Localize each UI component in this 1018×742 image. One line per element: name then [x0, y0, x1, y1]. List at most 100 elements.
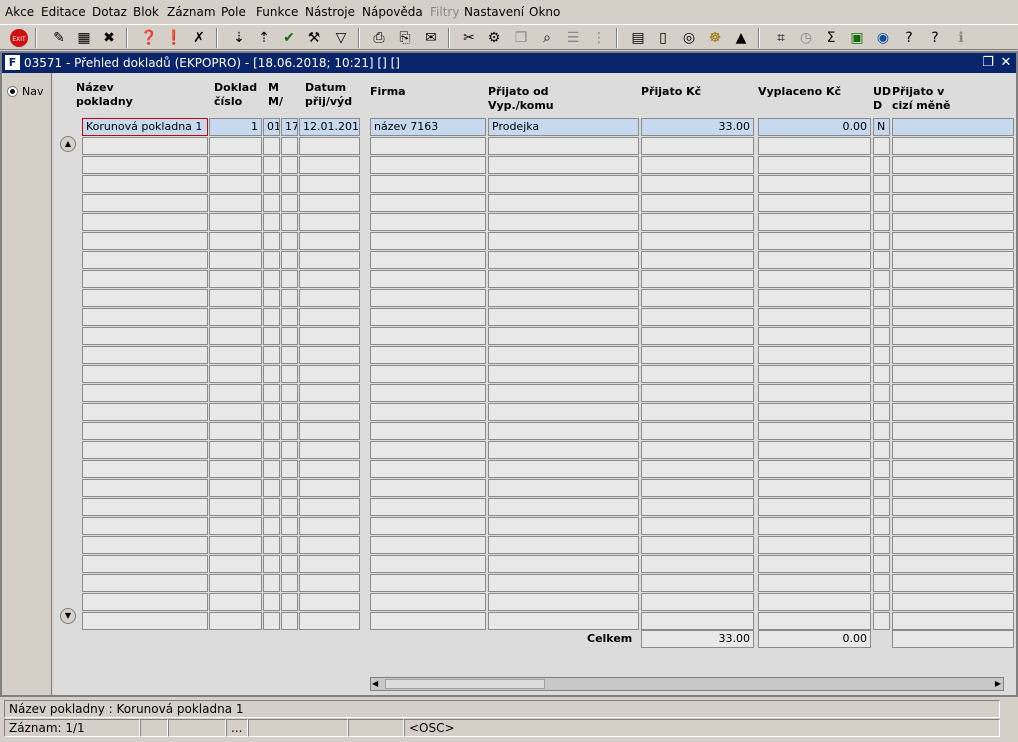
cell-m2[interactable] — [281, 137, 298, 155]
cell-m2[interactable] — [281, 422, 298, 440]
cell-vyplaceno-kc[interactable] — [758, 194, 871, 212]
cell-m2[interactable] — [281, 327, 298, 345]
cell-cizi[interactable] — [892, 137, 1014, 155]
cell-m1[interactable] — [263, 175, 280, 193]
exit-icon[interactable]: EXIT — [8, 27, 30, 49]
cell-firma[interactable] — [370, 574, 486, 592]
cell-ud[interactable] — [873, 441, 890, 459]
cell-cizi[interactable] — [892, 422, 1014, 440]
cell-prijato-kc[interactable] — [641, 270, 754, 288]
cell-nazev[interactable] — [82, 365, 208, 383]
cell-firma[interactable] — [370, 327, 486, 345]
cell-m1[interactable] — [263, 517, 280, 535]
cell-prijato-kc[interactable] — [641, 555, 754, 573]
cell-m1[interactable] — [263, 384, 280, 402]
cell-m2[interactable] — [281, 517, 298, 535]
cell-doklad[interactable] — [209, 384, 262, 402]
cell-prijato-od[interactable] — [488, 308, 639, 326]
cell-prijato-od[interactable] — [488, 194, 639, 212]
cell-m1[interactable] — [263, 365, 280, 383]
cell-vyplaceno-kc[interactable] — [758, 365, 871, 383]
scroll-down-icon[interactable]: ▼ — [60, 608, 76, 624]
cell-doklad[interactable] — [209, 574, 262, 592]
cell-cizi[interactable] — [892, 574, 1014, 592]
cell-firma[interactable] — [370, 270, 486, 288]
cell-nazev[interactable] — [82, 574, 208, 592]
cell-doklad[interactable] — [209, 612, 262, 630]
tree-icon[interactable]: ⋮ — [588, 27, 610, 49]
cell-datum[interactable] — [299, 289, 360, 307]
cell-vyplaceno-kc[interactable] — [758, 308, 871, 326]
cell-prijato-kc[interactable] — [641, 593, 754, 611]
cell-prijato-od[interactable] — [488, 213, 639, 231]
cell-prijato-kc[interactable] — [641, 289, 754, 307]
cell-cizi[interactable] — [892, 384, 1014, 402]
cell-vyplaceno-kc[interactable] — [758, 517, 871, 535]
cell-prijato-od[interactable] — [488, 251, 639, 269]
cell-cizi[interactable] — [892, 517, 1014, 535]
cell-cizi[interactable] — [892, 270, 1014, 288]
cell-vyplaceno-kc[interactable] — [758, 574, 871, 592]
cell-m2[interactable] — [281, 384, 298, 402]
cell-nazev[interactable] — [82, 137, 208, 155]
cell-cizi[interactable] — [892, 156, 1014, 174]
cell-m2[interactable] — [281, 593, 298, 611]
cell-doklad[interactable] — [209, 403, 262, 421]
cell-nazev[interactable] — [82, 251, 208, 269]
cell-firma[interactable] — [370, 441, 486, 459]
cell-cizi[interactable] — [892, 441, 1014, 459]
note-icon[interactable]: ▯ — [652, 27, 674, 49]
cell-m1[interactable] — [263, 574, 280, 592]
cell-m2[interactable] — [281, 232, 298, 250]
clock-icon[interactable]: ◷ — [795, 27, 817, 49]
cell-firma[interactable] — [370, 365, 486, 383]
cell-nazev[interactable] — [82, 612, 208, 630]
cell-ud[interactable] — [873, 365, 890, 383]
menu-editace[interactable]: Editace — [41, 5, 86, 19]
cell-datum[interactable] — [299, 327, 360, 345]
cell-ud[interactable] — [873, 574, 890, 592]
cell-m2[interactable] — [281, 498, 298, 516]
cell-m2[interactable] — [281, 612, 298, 630]
cell-prijato-kc[interactable] — [641, 517, 754, 535]
cell-m1[interactable] — [263, 422, 280, 440]
menu-filtry[interactable]: Filtry — [430, 5, 459, 19]
cell-ud[interactable] — [873, 384, 890, 402]
cell-cizi[interactable] — [892, 593, 1014, 611]
cell-prijato-od[interactable] — [488, 422, 639, 440]
cell-m1[interactable] — [263, 289, 280, 307]
cell-vyplaceno-kc[interactable] — [758, 441, 871, 459]
cell-nazev[interactable] — [82, 232, 208, 250]
cell-datum[interactable] — [299, 270, 360, 288]
cell-prijato-od[interactable] — [488, 137, 639, 155]
cell-m1[interactable] — [263, 346, 280, 364]
cell-cizi[interactable] — [892, 498, 1014, 516]
edit-record-icon[interactable]: ✎ — [48, 27, 70, 49]
cell-prijato-od[interactable] — [488, 479, 639, 497]
cell-ud[interactable] — [873, 498, 890, 516]
cell-prijato-kc[interactable] — [641, 536, 754, 554]
cell-nazev[interactable] — [82, 479, 208, 497]
cell-firma[interactable] — [370, 479, 486, 497]
cell-prijato-od[interactable] — [488, 232, 639, 250]
cell-doklad[interactable] — [209, 346, 262, 364]
cell-datum[interactable] — [299, 156, 360, 174]
cell-prijato-od[interactable] — [488, 346, 639, 364]
cell-cizi[interactable] — [892, 460, 1014, 478]
cell-m1[interactable] — [263, 460, 280, 478]
cell-cizi[interactable] — [892, 536, 1014, 554]
menu-akce[interactable]: Akce — [5, 5, 34, 19]
cell-ud[interactable] — [873, 156, 890, 174]
cell-m2[interactable] — [281, 308, 298, 326]
cell-prijato-od[interactable] — [488, 327, 639, 345]
cell-prijato-od[interactable] — [488, 365, 639, 383]
cell-prijato-od[interactable] — [488, 555, 639, 573]
cell-vyplaceno-kc[interactable] — [758, 460, 871, 478]
tools-icon[interactable]: ⚙ — [483, 27, 505, 49]
copy-icon[interactable]: ❐ — [510, 27, 532, 49]
cell-datum[interactable] — [299, 137, 360, 155]
cell-firma[interactable] — [370, 175, 486, 193]
cell-vyplaceno-kc[interactable] — [758, 137, 871, 155]
menu-okno[interactable]: Okno — [529, 5, 560, 19]
cell-m2[interactable] — [281, 289, 298, 307]
